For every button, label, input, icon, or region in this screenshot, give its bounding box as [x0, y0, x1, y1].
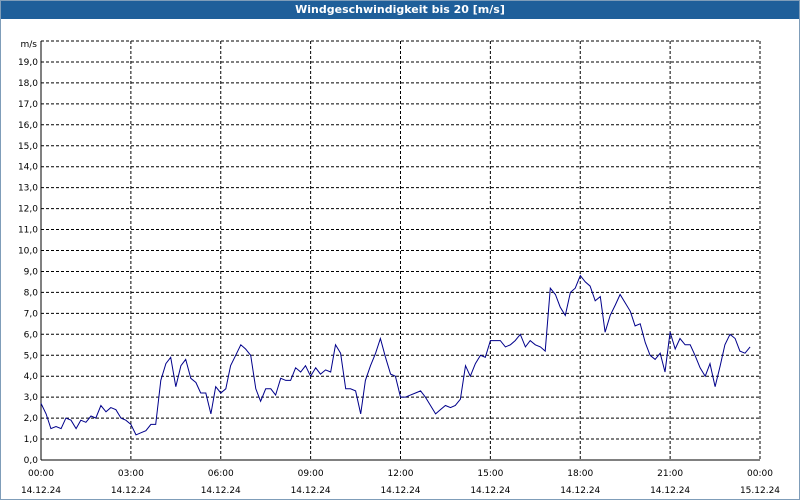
y-tick-label: 12,0	[18, 205, 38, 215]
y-tick-label: 6,0	[24, 330, 39, 340]
y-tick-label: 18,0	[18, 79, 38, 89]
x-tick-time-label: 15:00	[477, 469, 503, 479]
y-tick-label: 10,0	[18, 247, 38, 257]
x-tick-time-label: 06:00	[208, 469, 234, 479]
x-tick-time-label: 21:00	[657, 469, 683, 479]
x-tick-date-label: 14.12.24	[380, 486, 420, 496]
y-tick-label: 19,0	[18, 58, 38, 68]
y-tick-label: 13,0	[18, 184, 38, 194]
x-tick-date-label: 14.12.24	[21, 486, 61, 496]
y-tick-label: 15,0	[18, 142, 38, 152]
y-axis-unit-label: m/s	[21, 40, 38, 50]
x-tick-date-label: 14.12.24	[650, 486, 690, 496]
y-tick-label: 1,0	[24, 435, 39, 445]
x-tick-date-label: 14.12.24	[111, 486, 151, 496]
x-tick-date-label: 15.12.24	[740, 486, 780, 496]
y-tick-label: 9,0	[24, 267, 39, 277]
y-tick-label: 4,0	[24, 372, 39, 382]
y-tick-label: 0,0	[24, 456, 39, 466]
y-tick-label: 7,0	[24, 309, 39, 319]
y-tick-label: 5,0	[24, 351, 39, 361]
x-tick-time-label: 00:00	[747, 469, 773, 479]
wind-speed-chart: 0,0 1,0 2,0 3,0 4,0 5,0 6,0 7,0 8,0 9,0 10,0 11,0 12…	[18, 40, 780, 496]
x-tick-date-label: 14.12.24	[560, 486, 600, 496]
x-tick-time-label: 00:00	[28, 469, 54, 479]
x-tick-date-label: 14.12.24	[291, 486, 331, 496]
y-tick-label: 11,0	[18, 226, 38, 236]
y-tick-label: 14,0	[18, 163, 38, 173]
y-tick-label: 16,0	[18, 121, 38, 131]
x-tick-time-label: 03:00	[118, 469, 144, 479]
y-tick-label: 3,0	[24, 393, 39, 403]
x-tick-date-label: 14.12.24	[470, 486, 510, 496]
x-tick-time-label: 12:00	[388, 469, 414, 479]
x-tick-time-label: 09:00	[298, 469, 324, 479]
y-tick-label: 2,0	[24, 414, 39, 424]
y-tick-label: 17,0	[18, 100, 38, 110]
y-tick-label: 8,0	[24, 288, 39, 298]
x-tick-date-label: 14.12.24	[201, 486, 241, 496]
chart-window: Windgeschwindigkeit bis 20 [m/s] 0,0 1,0 2…	[0, 0, 800, 500]
x-tick-time-label: 18:00	[567, 469, 593, 479]
